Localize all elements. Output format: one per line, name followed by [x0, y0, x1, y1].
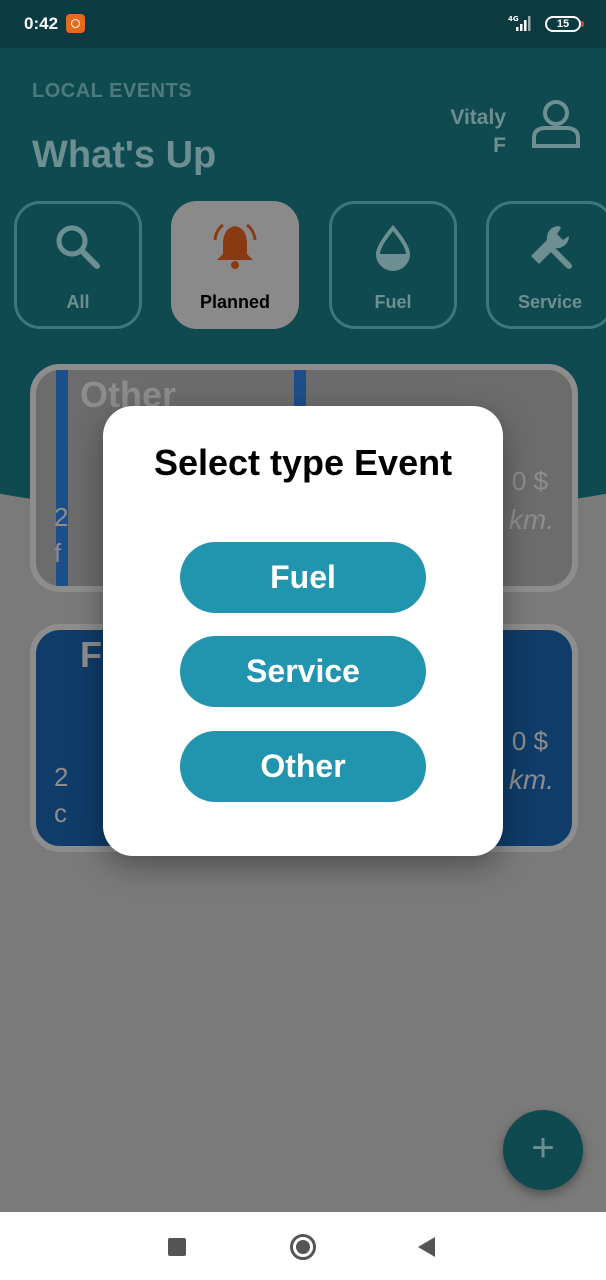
card-date: 2: [54, 502, 69, 532]
network-type-label: 4G: [508, 15, 519, 23]
dialog-title: Select type Event: [153, 442, 453, 483]
filter-planned-label: Planned: [199, 292, 270, 312]
service-button[interactable]: Service: [180, 636, 426, 707]
section-label: LOCAL EVENTS: [32, 80, 193, 102]
wrench-icon: [531, 225, 572, 269]
fuel-button[interactable]: Fuel: [180, 542, 426, 613]
search-icon: [56, 225, 100, 269]
other-button[interactable]: Other: [180, 731, 426, 802]
signal-icon: 4G: [508, 15, 531, 31]
user-name: Vitaly F: [450, 104, 506, 160]
add-event-button[interactable]: +: [503, 1110, 583, 1190]
home-icon[interactable]: [290, 1234, 316, 1260]
plus-icon: +: [531, 1126, 555, 1170]
status-time: 0:42: [24, 14, 59, 33]
filter-all-label: All: [66, 292, 90, 312]
select-event-type-dialog: Select type Event Fuel Service Other: [103, 406, 503, 856]
recents-icon[interactable]: [168, 1238, 186, 1256]
card-location: f: [54, 538, 62, 568]
user-avatar-icon[interactable]: [530, 98, 582, 150]
card-date: 2: [54, 762, 69, 792]
battery-icon: 15: [545, 16, 584, 32]
card-location: c: [54, 798, 67, 828]
filter-service-label: Service: [517, 292, 583, 312]
page-title: What's Up: [32, 134, 217, 176]
card-price: 0 $: [511, 726, 548, 756]
bell-icon: [213, 223, 257, 269]
card-decoration: [294, 370, 306, 410]
filter-planned[interactable]: Planned: [171, 201, 299, 329]
filter-all[interactable]: All: [14, 201, 142, 329]
drop-icon: [375, 224, 411, 271]
filter-fuel[interactable]: Fuel: [329, 201, 457, 329]
card-distance: km.: [508, 504, 554, 535]
back-icon[interactable]: [418, 1237, 435, 1257]
filter-service[interactable]: Service: [486, 201, 606, 329]
status-bar: 0:42 4G 15: [0, 0, 606, 48]
user-last-name: F: [493, 134, 506, 157]
filter-fuel-label: Fuel: [374, 292, 412, 312]
card-price: 0 $: [511, 466, 548, 496]
notification-app-icon: [66, 14, 85, 33]
system-nav-bar: [0, 1212, 606, 1280]
card-title: F: [80, 634, 102, 675]
user-first-name: Vitaly: [450, 106, 506, 129]
card-distance: km.: [508, 764, 554, 795]
